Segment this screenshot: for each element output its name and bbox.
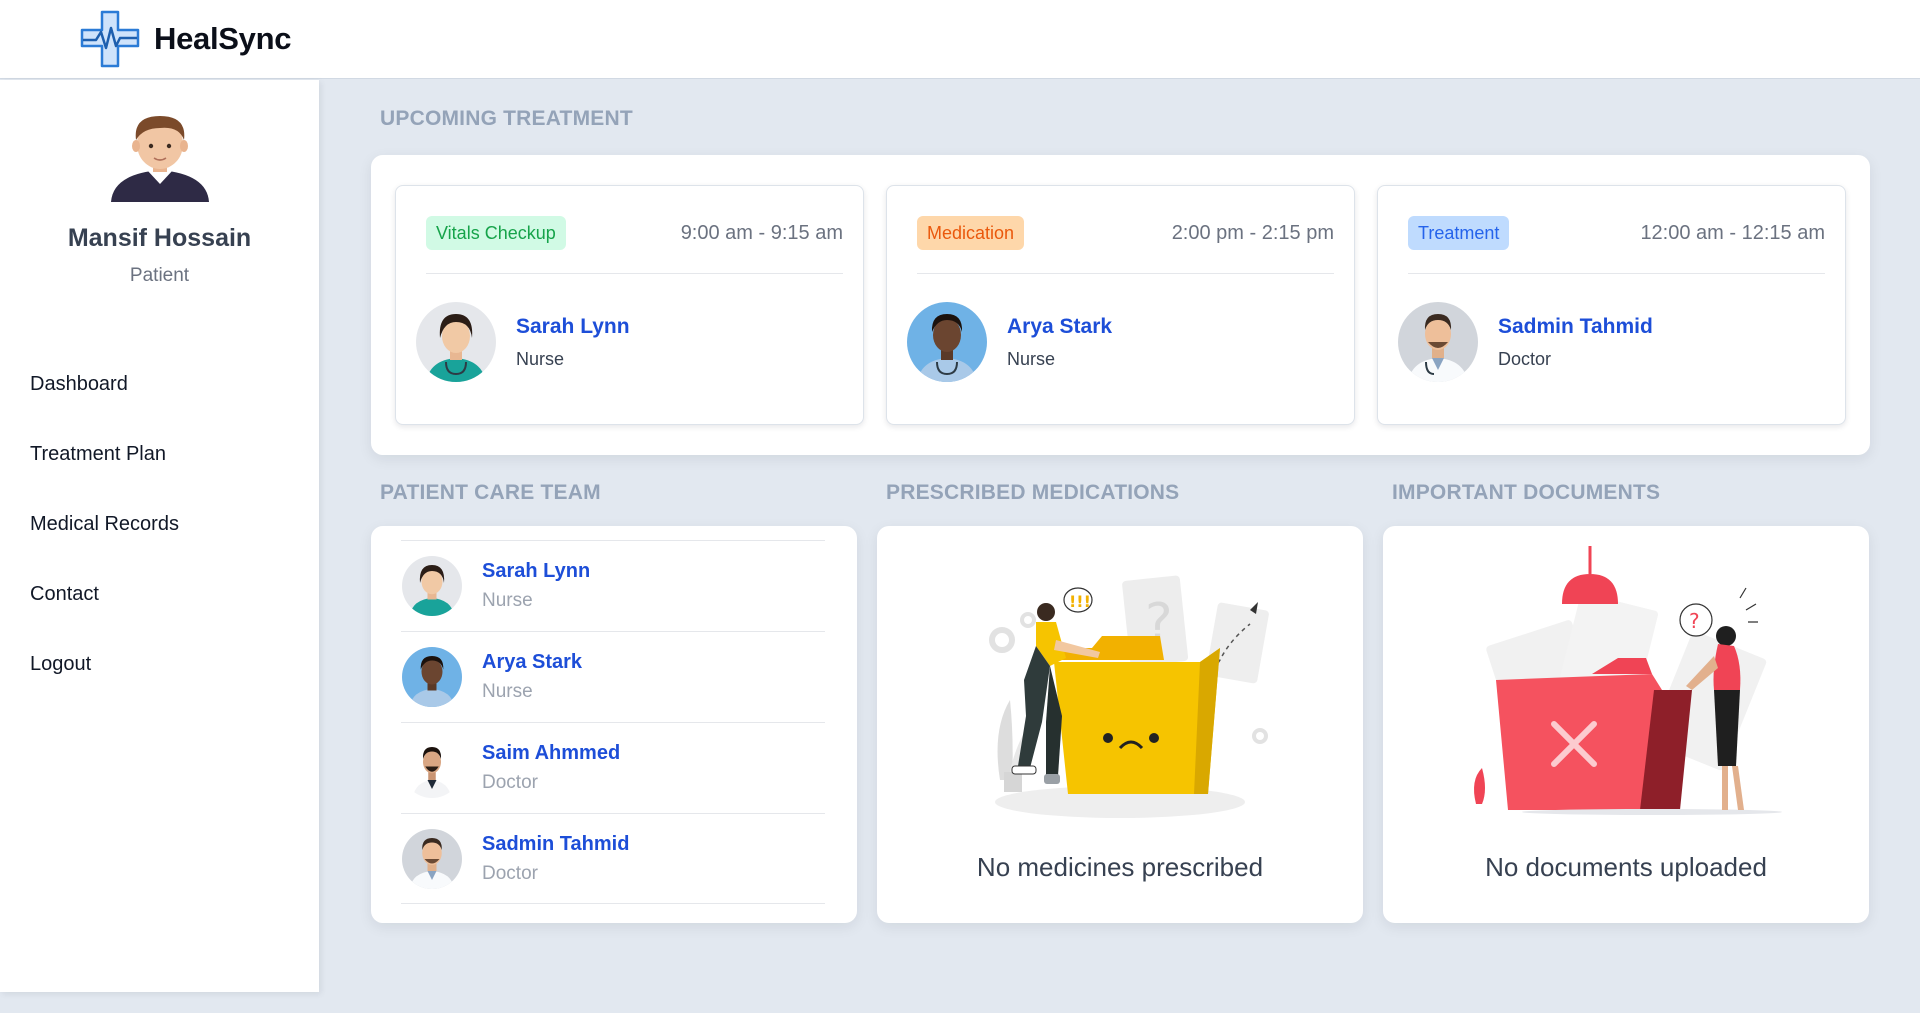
treatment-card[interactable]: Vitals Checkup 9:00 am - 9:15 am Sarah L… [395,185,864,425]
treatment-type-badge: Vitals Checkup [426,216,566,250]
staff-role: Nurse [516,348,565,369]
nav-medical-records[interactable]: Medical Records [0,489,319,559]
patient-avatar [110,116,209,202]
care-team-member[interactable]: Arya Stark Nurse [401,631,825,722]
nav-contact[interactable]: Contact [0,559,319,629]
treatment-type-badge: Treatment [1408,216,1510,250]
no-documents-message: No documents uploaded [1485,852,1767,882]
upcoming-treatment-title: UPCOMING TREATMENT [380,107,633,130]
care-team-list: Sarah Lynn Nurse Arya Stark Nurse Saim A… [401,540,825,904]
member-name[interactable]: Sadmin Tahmid [482,833,629,856]
profile-name: Mansif Hossain [67,224,252,252]
staff-avatar [416,302,496,382]
member-role: Nurse [482,590,533,611]
care-team-panel: Sarah Lynn Nurse Arya Stark Nurse Saim A… [371,526,857,923]
svg-text:!!!: !!! [1069,592,1091,611]
care-team-title: PATIENT CARE TEAM [380,481,601,504]
member-avatar [402,738,462,798]
sidebar-nav: Dashboard Treatment Plan Medical Records… [0,349,319,699]
upcoming-treatment-panel: Vitals Checkup 9:00 am - 9:15 am Sarah L… [371,155,1870,455]
member-name[interactable]: Arya Stark [482,651,582,674]
staff-role: Nurse [1007,348,1056,369]
member-avatar [402,647,462,707]
treatment-type-badge: Medication [917,216,1025,250]
profile: Mansif Hossain Patient [0,80,319,287]
treatment-card-header: Vitals Checkup 9:00 am - 9:15 am [426,216,843,274]
treatment-card[interactable]: Medication 2:00 pm - 2:15 pm Arya Stark … [886,185,1355,425]
member-role: Doctor [482,862,538,884]
care-team-member[interactable]: Saim Ahmmed Doctor [401,722,825,813]
top-bar: HealSync [0,0,1920,79]
member-name[interactable]: Sarah Lynn [482,560,590,583]
sad-folder-icon: ? !!! [989,575,1269,818]
staff-name[interactable]: Sadmin Tahmid [1498,315,1653,339]
documents-title: IMPORTANT DOCUMENTS [1392,481,1661,504]
medications-title: PRESCRIBED MEDICATIONS [886,481,1180,504]
app-name: HealSync [154,21,292,56]
svg-text:?: ? [1689,609,1700,633]
nav-logout[interactable]: Logout [0,629,319,699]
care-team-member[interactable]: Sarah Lynn Nurse [401,540,825,631]
member-avatar [402,828,462,889]
treatment-staff: Sadmin Tahmid Doctor [1398,302,1653,382]
brand[interactable]: HealSync [80,10,291,68]
no-documents-illustration: ? [1383,540,1869,840]
medical-cross-logo-icon [80,10,140,68]
staff-role: Doctor [1498,348,1552,369]
staff-avatar [907,302,987,382]
empty-folder-illustration: ? !!! [877,540,1363,840]
nav-dashboard[interactable]: Dashboard [0,349,319,419]
member-role: Doctor [482,772,538,793]
treatment-time: 9:00 am - 9:15 am [680,222,843,244]
care-team-member[interactable]: Sadmin Tahmid Doctor [401,813,825,904]
treatment-card-header: Treatment 12:00 am - 12:15 am [1408,216,1825,274]
staff-name[interactable]: Sarah Lynn [516,315,630,339]
member-name[interactable]: Saim Ahmmed [482,742,620,765]
nav-treatment-plan[interactable]: Treatment Plan [0,419,319,489]
treatment-staff: Arya Stark Nurse [907,302,1112,382]
treatment-staff: Sarah Lynn Nurse [416,302,630,382]
member-role: Nurse [482,681,533,702]
medications-panel: ? !!! No medicines prescribed [877,526,1363,923]
member-avatar [402,556,462,616]
treatment-time: 2:00 pm - 2:15 pm [1171,222,1334,244]
no-medicines-message: No medicines prescribed [976,852,1264,882]
error-folder-icon: ? [1474,546,1782,815]
staff-name[interactable]: Arya Stark [1007,315,1112,339]
treatment-card[interactable]: Treatment 12:00 am - 12:15 am Sadmin Tah… [1377,185,1846,425]
treatment-time: 12:00 am - 12:15 am [1640,222,1825,244]
treatment-card-header: Medication 2:00 pm - 2:15 pm [917,216,1334,274]
sidebar: Mansif Hossain Patient Dashboard Treatme… [0,80,319,992]
documents-panel: ? No documents uploaded [1383,526,1869,923]
staff-avatar [1398,302,1478,382]
profile-role: Patient [129,265,190,286]
